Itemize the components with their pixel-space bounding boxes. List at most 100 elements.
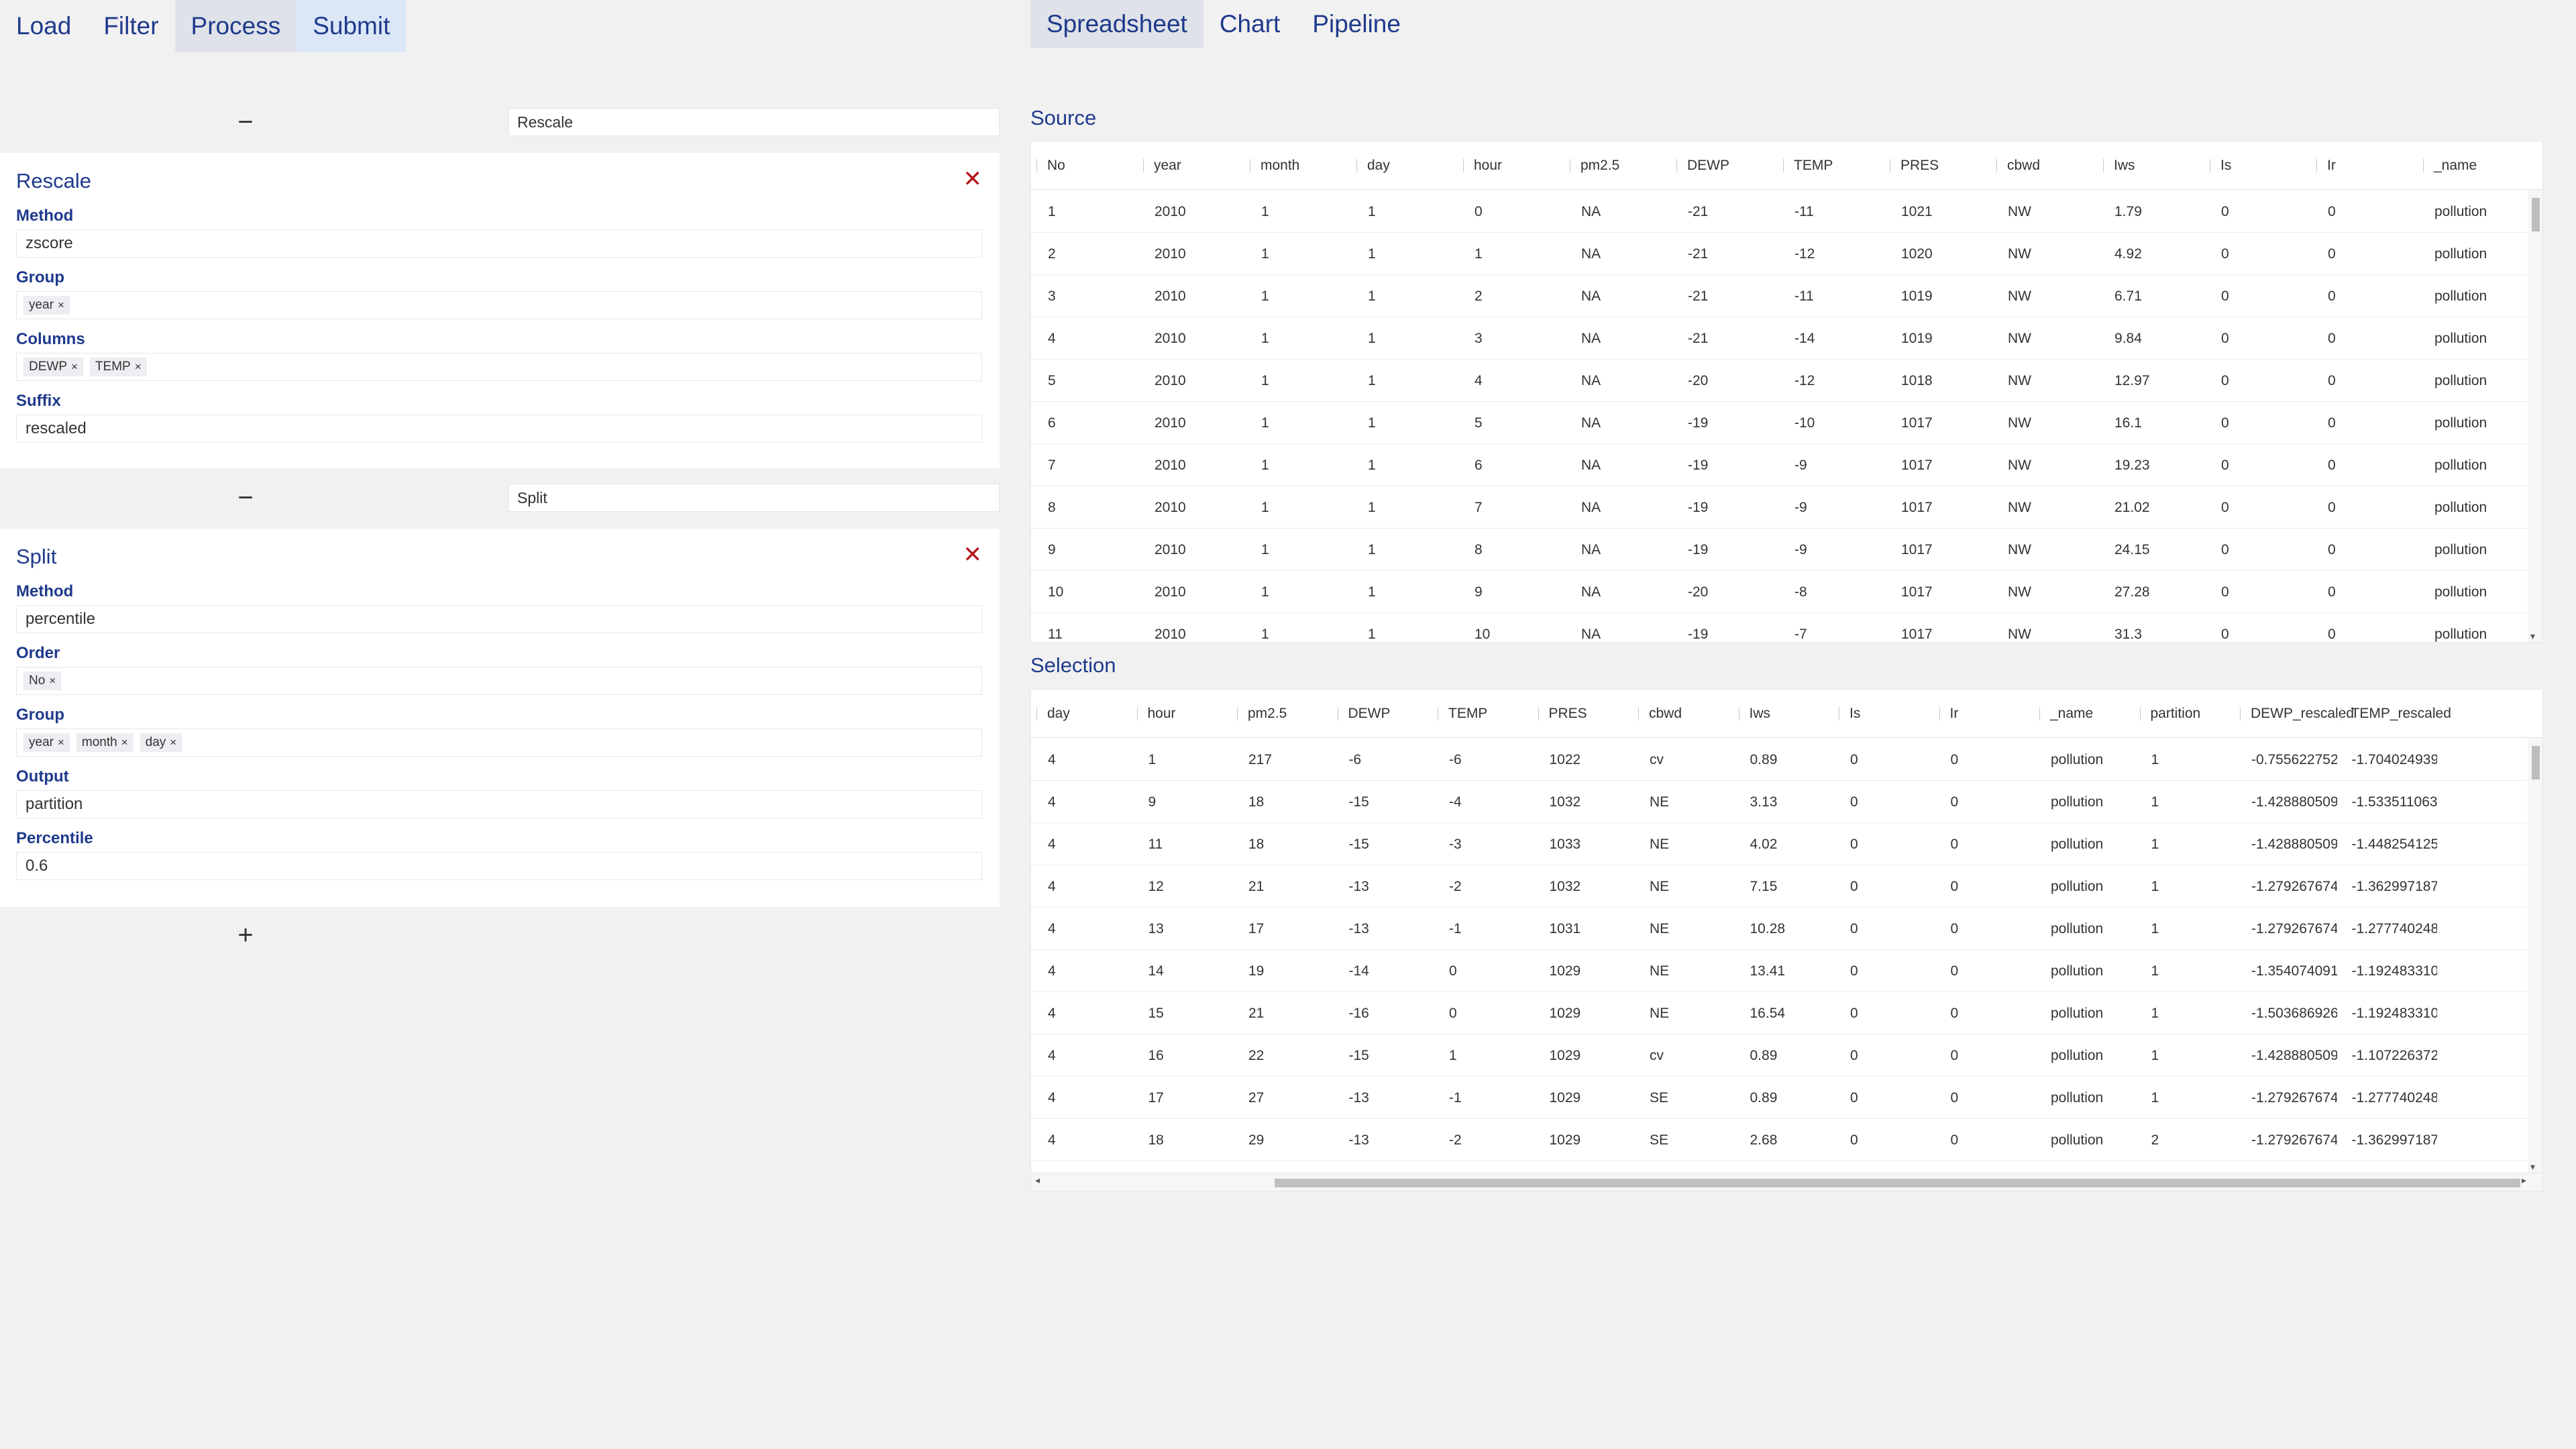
scroll-right-icon[interactable]: ▸ bbox=[2522, 1175, 2526, 1186]
column-header[interactable]: pm2.5 bbox=[1237, 690, 1338, 738]
group-multiselect[interactable]: year × bbox=[16, 291, 982, 319]
column-header[interactable]: _name bbox=[2423, 142, 2530, 190]
column-header[interactable]: hour bbox=[1463, 142, 1570, 190]
suffix-input[interactable]: rescaled bbox=[16, 415, 982, 443]
column-header[interactable]: month bbox=[1250, 142, 1356, 190]
column-header[interactable]: No bbox=[1036, 142, 1143, 190]
column-header[interactable]: DEWP_rescaled bbox=[2240, 690, 2354, 738]
table-row[interactable]: 4 11 18 -15 -3 1033 NE 4.02 0 0 pollution 1 -1.42888… bbox=[1031, 823, 2542, 865]
chip-remove-icon[interactable]: × bbox=[49, 674, 56, 688]
tab-pipeline[interactable]: Pipeline bbox=[1296, 0, 1417, 48]
column-header[interactable]: hour bbox=[1136, 690, 1238, 738]
vertical-scrollbar[interactable]: ▾ bbox=[2528, 190, 2542, 642]
column-header[interactable]: TEMP bbox=[1783, 142, 1890, 190]
scroll-down-icon[interactable]: ▾ bbox=[2530, 1161, 2535, 1173]
percentile-input[interactable]: 0.6 bbox=[16, 852, 982, 880]
table-cell: 1 bbox=[1261, 288, 1269, 304]
column-header[interactable]: partition bbox=[2139, 690, 2241, 738]
table-cell: 18 bbox=[1248, 836, 1265, 852]
output-input[interactable]: partition bbox=[16, 790, 982, 818]
table-row[interactable]: 11 2010 1 1 10 NA -19 -7 1017 NW 31.3 0 0 pollution bbox=[1031, 613, 2542, 642]
step-name-input[interactable]: Split bbox=[508, 484, 1000, 512]
column-header[interactable]: cbwd bbox=[1996, 142, 2103, 190]
chip-remove-icon[interactable]: × bbox=[58, 299, 64, 312]
chip-remove-icon[interactable]: × bbox=[135, 360, 142, 374]
columns-multiselect[interactable]: DEWP × TEMP × bbox=[16, 353, 982, 381]
chip-remove-icon[interactable]: × bbox=[170, 736, 176, 749]
table-row[interactable]: 8 2010 1 1 7 NA -19 -9 1017 NW 21.02 0 0 pollution bbox=[1031, 486, 2542, 529]
table-row[interactable]: 4 13 17 -13 -1 1031 NE 10.28 0 0 pollution 1 -1.2792… bbox=[1031, 908, 2542, 950]
table-cell: pollution bbox=[2434, 541, 2487, 557]
table-row[interactable]: 7 2010 1 1 6 NA -19 -9 1017 NW 19.23 0 0 pollution bbox=[1031, 444, 2542, 486]
tab-submit[interactable]: Submit bbox=[297, 0, 407, 52]
table-row[interactable]: 4 18 29 -13 -2 1029 SE 2.68 0 0 pollution 2 -1.27926… bbox=[1031, 1119, 2542, 1161]
scroll-down-icon[interactable]: ▾ bbox=[2530, 631, 2535, 642]
order-multiselect[interactable]: No × bbox=[16, 667, 982, 695]
horizontal-scrollbar[interactable]: ◂ ▸ bbox=[1030, 1173, 2543, 1191]
column-header[interactable]: Ir bbox=[1939, 690, 2040, 738]
scrollbar-thumb[interactable] bbox=[1275, 1179, 2520, 1187]
table-row[interactable]: 4 2010 1 1 3 NA -21 -14 1019 NW 9.84 0 0 pollution bbox=[1031, 317, 2542, 360]
tab-process[interactable]: Process bbox=[174, 0, 297, 52]
table-row[interactable]: 4 17 27 -13 -1 1029 SE 0.89 0 0 pollution 1 -1.27926… bbox=[1031, 1077, 2542, 1119]
table-row[interactable]: 5 2010 1 1 4 NA -20 -12 1018 NW 12.97 0 0 pollution bbox=[1031, 360, 2542, 402]
table-row[interactable]: 9 2010 1 1 8 NA -19 -9 1017 NW 24.15 0 0 pollution bbox=[1031, 529, 2542, 571]
table-row[interactable]: 1 2010 1 1 0 NA -21 -11 1021 NW 1.79 0 0 pollution bbox=[1031, 191, 2542, 233]
column-header[interactable]: pm2.5 bbox=[1570, 142, 1676, 190]
column-header[interactable]: Is bbox=[1839, 690, 1939, 738]
scrollbar-thumb[interactable] bbox=[2532, 746, 2540, 780]
table-row[interactable]: 4 9 18 -15 -4 1032 NE 3.13 0 0 pollution 1 -1.428880… bbox=[1031, 781, 2542, 823]
table-cell: NA bbox=[1581, 203, 1601, 219]
table-cell: 4.92 bbox=[2114, 246, 2142, 262]
scroll-left-icon[interactable]: ◂ bbox=[1035, 1175, 1040, 1186]
step-name-input[interactable]: Rescale bbox=[508, 108, 1000, 136]
column-header[interactable]: Iws bbox=[2103, 142, 2210, 190]
column-header[interactable]: _name bbox=[2039, 690, 2140, 738]
table-cell: 1 bbox=[1261, 415, 1269, 431]
column-header[interactable]: DEWP bbox=[1337, 690, 1438, 738]
column-header[interactable]: cbwd bbox=[1638, 690, 1739, 738]
column-header[interactable]: PRES bbox=[1890, 142, 1996, 190]
table-row[interactable]: 4 14 19 -14 0 1029 NE 13.41 0 0 pollution 1 -1.35407… bbox=[1031, 950, 2542, 992]
table-row[interactable]: 10 2010 1 1 9 NA -20 -8 1017 NW 27.28 0 0 pollution bbox=[1031, 571, 2542, 613]
column-header[interactable]: Is bbox=[2210, 142, 2316, 190]
column-header[interactable]: Iws bbox=[1738, 690, 1839, 738]
table-cell: -1.277740248... bbox=[2351, 920, 2438, 936]
close-icon[interactable]: ✕ bbox=[963, 168, 983, 191]
method-select[interactable]: zscore bbox=[16, 229, 982, 258]
tab-filter[interactable]: Filter bbox=[87, 0, 174, 52]
table-row[interactable]: 6 2010 1 1 5 NA -19 -10 1017 NW 16.1 0 0 pollution bbox=[1031, 402, 2542, 444]
table-row[interactable]: 3 2010 1 1 2 NA -21 -11 1019 NW 6.71 0 0 pollution bbox=[1031, 275, 2542, 317]
vertical-scrollbar[interactable]: ▾ bbox=[2528, 738, 2542, 1173]
column-header[interactable]: Ir bbox=[2316, 142, 2423, 190]
chip-remove-icon[interactable]: × bbox=[71, 360, 78, 374]
table-cell: 4 bbox=[1048, 330, 1056, 346]
column-header[interactable]: TEMP bbox=[1438, 690, 1538, 738]
table-row[interactable]: 4 16 22 -15 1 1029 cv 0.89 0 0 pollution 1 -1.428880… bbox=[1031, 1034, 2542, 1077]
column-header[interactable]: PRES bbox=[1538, 690, 1639, 738]
column-header[interactable]: DEWP bbox=[1676, 142, 1783, 190]
column-header[interactable]: year bbox=[1143, 142, 1250, 190]
column-header[interactable]: day bbox=[1036, 690, 1137, 738]
close-icon[interactable]: ✕ bbox=[963, 543, 983, 566]
table-cell: 0 bbox=[2221, 584, 2229, 600]
collapse-step-button[interactable]: − bbox=[228, 480, 263, 515]
method-select[interactable]: percentile bbox=[16, 605, 982, 633]
collapse-step-button[interactable]: − bbox=[228, 105, 263, 140]
column-header[interactable]: TEMP_rescaled bbox=[2340, 690, 2451, 738]
tab-spreadsheet[interactable]: Spreadsheet bbox=[1030, 0, 1203, 48]
tab-load[interactable]: Load bbox=[0, 0, 87, 52]
scrollbar-thumb[interactable] bbox=[2532, 198, 2540, 231]
group-multiselect[interactable]: year × month × day × bbox=[16, 729, 982, 757]
add-step-button[interactable]: + bbox=[228, 918, 263, 953]
table-row[interactable]: 4 12 21 -13 -2 1032 NE 7.15 0 0 pollution 1 -1.27926… bbox=[1031, 865, 2542, 908]
table-row[interactable]: 4 1 217 -6 -6 1022 cv 0.89 0 0 pollution 1 -0.755622… bbox=[1031, 739, 2542, 781]
table-cell: 1 bbox=[1368, 288, 1376, 304]
table-cell: 2010 bbox=[1155, 415, 1186, 431]
column-header[interactable]: day bbox=[1356, 142, 1463, 190]
chip-remove-icon[interactable]: × bbox=[58, 736, 64, 749]
table-row[interactable]: 2 2010 1 1 1 NA -21 -12 1020 NW 4.92 0 0 pollution bbox=[1031, 233, 2542, 275]
table-row[interactable]: 4 15 21 -16 0 1029 NE 16.54 0 0 pollution 1 -1.50368… bbox=[1031, 992, 2542, 1034]
tab-chart[interactable]: Chart bbox=[1203, 0, 1296, 48]
chip-remove-icon[interactable]: × bbox=[121, 736, 128, 749]
